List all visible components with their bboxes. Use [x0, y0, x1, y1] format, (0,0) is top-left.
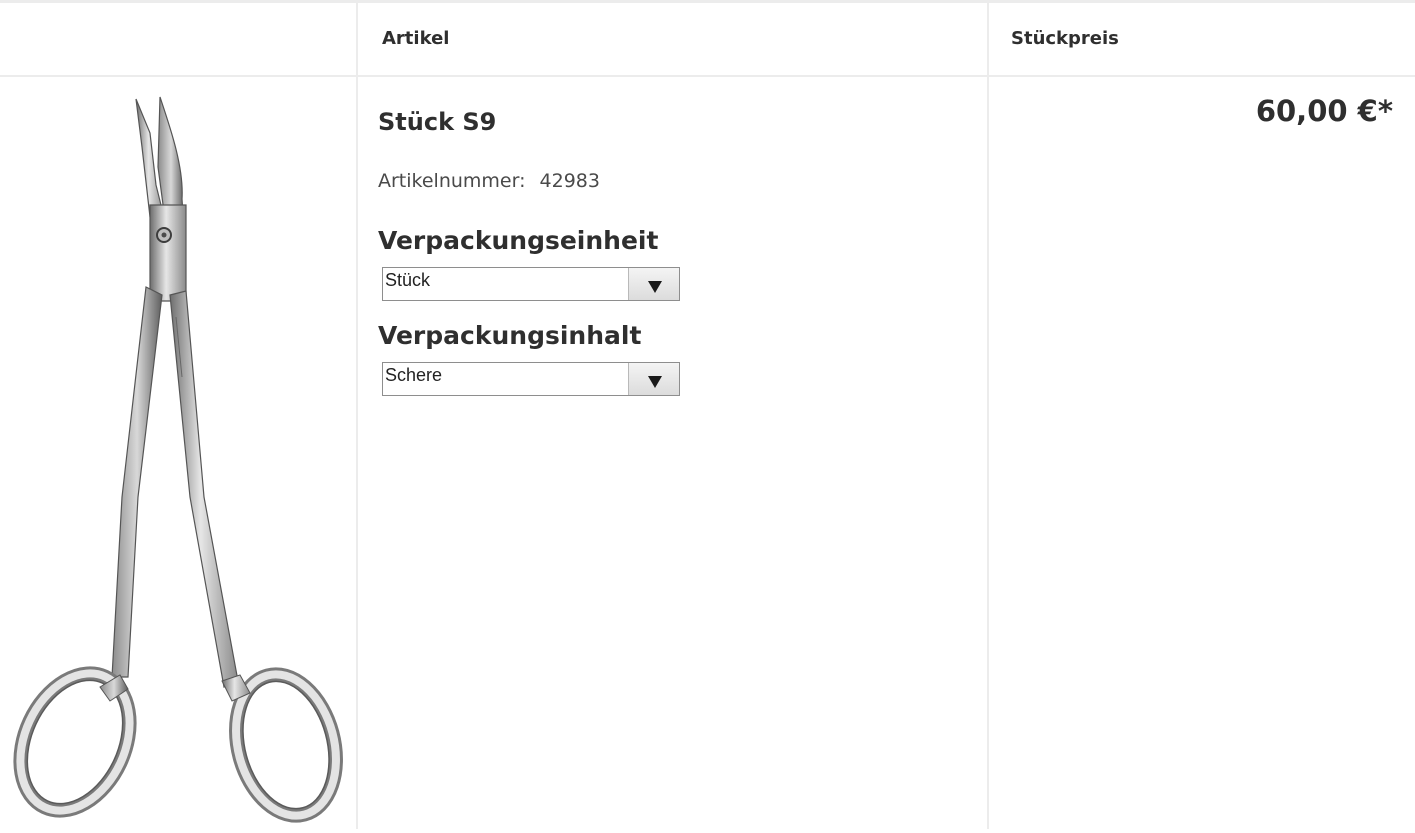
triangle-down-icon [648, 281, 662, 293]
product-table: Artikel Stückpreis Stück S9 Artikelnumme… [0, 0, 1415, 829]
sku-label: Artikelnummer: [378, 170, 526, 192]
packaging-unit-select[interactable]: Stück [382, 267, 680, 301]
sku-row: Artikelnummer: 42983 [378, 170, 600, 192]
packaging-content-select[interactable]: Schere [382, 362, 680, 396]
column-divider-2 [987, 0, 989, 829]
packaging-unit-value: Stück [385, 270, 431, 290]
sku-value: 42983 [539, 170, 600, 192]
packaging-content-value: Schere [385, 365, 443, 385]
option-label-packaging-unit: Verpackungseinheit [378, 226, 659, 255]
column-header-article: Artikel [382, 27, 450, 49]
surgical-scissors-image [13, 96, 343, 823]
column-divider-1 [356, 0, 358, 829]
column-header-image [0, 0, 356, 76]
product-title[interactable]: Stück S9 [378, 108, 496, 136]
triangle-down-icon [648, 376, 662, 388]
column-header-unit-price: Stückpreis [1011, 27, 1119, 49]
option-label-packaging-content: Verpackungsinhalt [378, 321, 642, 350]
product-image[interactable] [0, 77, 356, 829]
dropdown-button[interactable] [628, 363, 679, 395]
unit-price: 60,00 €* [1255, 94, 1393, 128]
dropdown-button[interactable] [628, 268, 679, 300]
